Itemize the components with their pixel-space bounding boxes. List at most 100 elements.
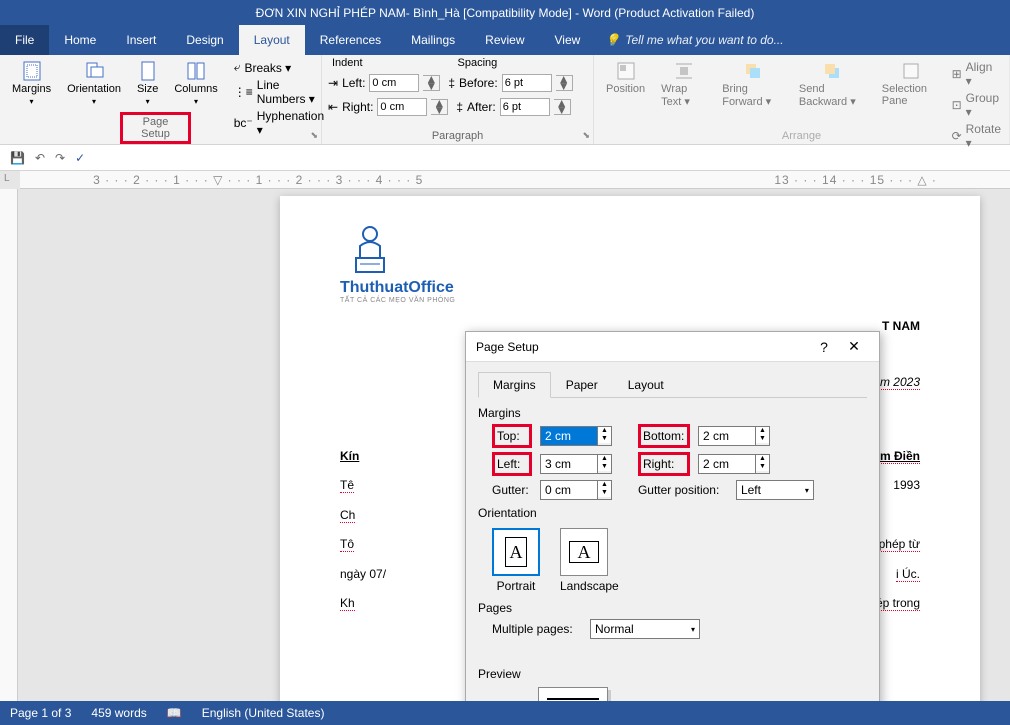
columns-button[interactable]: Columns▾	[168, 57, 223, 110]
tab-file[interactable]: File	[0, 25, 49, 55]
line-numbers-button[interactable]: ⋮≡Line Numbers ▾	[232, 77, 326, 107]
page-status[interactable]: Page 1 of 3	[10, 706, 71, 720]
spacing-before[interactable]: ‡Before:▲▼	[448, 74, 572, 92]
send-backward-button[interactable]: Send Backward ▾	[793, 57, 872, 112]
window-title: ĐƠN XIN NGHỈ PHÉP NAM- Bình_Hà [Compatib…	[256, 6, 755, 20]
spacing-before-input[interactable]	[502, 74, 552, 92]
proofing-icon[interactable]: 📖	[167, 706, 182, 720]
orientation-icon	[84, 61, 104, 81]
redo-icon[interactable]: ↷	[55, 151, 65, 165]
bottom-label: Bottom:	[638, 424, 690, 448]
group-arrange: Position Wrap Text ▾ Bring Forward ▾ Sen…	[594, 55, 1010, 144]
ruler-horizontal[interactable]: 3 · · · 2 · · · 1 · · · ▽ · · · 1 · · · …	[20, 171, 1010, 189]
bulb-icon: 💡	[605, 33, 620, 47]
page-setup-dialog: Page Setup ? ✕ Margins Paper Layout Marg…	[465, 331, 880, 701]
paragraph-launcher[interactable]: ⬊	[582, 130, 590, 141]
tab-insert[interactable]: Insert	[111, 25, 171, 55]
title-bar: ĐƠN XIN NGHỈ PHÉP NAM- Bình_Hà [Compatib…	[0, 0, 1010, 25]
preview-thumbnail	[538, 687, 608, 701]
gutter-input[interactable]	[540, 480, 598, 500]
menu-bar: File Home Insert Design Layout Reference…	[0, 25, 1010, 55]
gutter-pos-select[interactable]: Left▾	[736, 480, 814, 500]
orientation-button[interactable]: Orientation▾	[61, 57, 127, 110]
pages-section-label: Pages	[478, 601, 867, 615]
tab-view[interactable]: View	[540, 25, 596, 55]
spacing-after-input[interactable]	[500, 98, 550, 116]
indent-label: Indent	[328, 57, 458, 69]
dialog-close-icon[interactable]: ✕	[839, 338, 869, 355]
landscape-option[interactable]: A Landscape	[560, 528, 619, 593]
tab-review[interactable]: Review	[470, 25, 539, 55]
language-status[interactable]: English (United States)	[202, 706, 325, 720]
align-button[interactable]: ⊞ Align ▾	[950, 59, 1003, 89]
right-spinner[interactable]: ▲▼	[698, 454, 770, 474]
workspace: 3 · · · 2 · · · 1 · · · ▽ · · · 1 · · · …	[0, 171, 1010, 701]
size-button[interactable]: Size▾	[131, 57, 164, 110]
bottom-spinner[interactable]: ▲▼	[698, 426, 770, 446]
indent-left[interactable]: ⇥Left:▲▼	[328, 74, 440, 92]
arrange-label: Arrange	[594, 130, 1009, 142]
top-spinner[interactable]: ▲▼	[540, 426, 612, 446]
left-label: Left:	[492, 452, 532, 476]
selection-pane-button[interactable]: Selection Pane	[876, 57, 946, 111]
tell-me[interactable]: 💡 Tell me what you want to do...	[595, 25, 793, 55]
portrait-option[interactable]: A Portrait	[492, 528, 540, 593]
orientation-section-label: Orientation	[478, 506, 867, 520]
dialog-tab-margins[interactable]: Margins	[478, 372, 551, 398]
gutter-pos-label: Gutter position:	[638, 483, 728, 497]
group-button[interactable]: ⊡ Group ▾	[950, 90, 1003, 120]
columns-icon	[186, 61, 206, 81]
status-bar: Page 1 of 3 459 words 📖 English (United …	[0, 701, 1010, 725]
ribbon: Margins▾ Orientation▾ Size▾ Columns▾ ⤶Br…	[0, 55, 1010, 145]
spacing-before-icon: ‡	[448, 76, 455, 90]
line-numbers-icon: ⋮≡	[234, 85, 253, 99]
tab-mailings[interactable]: Mailings	[396, 25, 470, 55]
tab-design[interactable]: Design	[171, 25, 238, 55]
spellcheck-icon[interactable]: ✓	[75, 151, 85, 165]
multiple-pages-select[interactable]: Normal▾	[590, 619, 700, 639]
indent-left-icon: ⇥	[328, 76, 338, 90]
top-label: Top:	[492, 424, 532, 448]
indent-right-input[interactable]	[377, 98, 427, 116]
position-button[interactable]: Position	[600, 57, 651, 99]
left-spinner[interactable]: ▲▼	[540, 454, 612, 474]
size-icon	[138, 61, 158, 81]
margins-button[interactable]: Margins▾	[6, 57, 57, 110]
group-page-setup: Margins▾ Orientation▾ Size▾ Columns▾ ⤶Br…	[0, 55, 322, 144]
left-input[interactable]	[540, 454, 598, 474]
bottom-input[interactable]	[698, 426, 756, 446]
tab-home[interactable]: Home	[49, 25, 111, 55]
tab-layout[interactable]: Layout	[239, 25, 305, 55]
ruler-vertical[interactable]	[0, 189, 18, 701]
spacing-after[interactable]: ‡After:▲▼	[456, 98, 570, 116]
indent-left-input[interactable]	[369, 74, 419, 92]
margins-section-label: Margins	[478, 406, 867, 420]
tab-references[interactable]: References	[305, 25, 396, 55]
dialog-tabs: Margins Paper Layout	[478, 372, 867, 398]
top-input[interactable]	[540, 426, 598, 446]
page-setup-label: Page Setup	[120, 112, 191, 144]
ruler-corner: L	[4, 173, 10, 184]
indent-right-icon: ⇤	[328, 100, 338, 114]
dialog-titlebar[interactable]: Page Setup ? ✕	[466, 332, 879, 362]
dialog-help-icon[interactable]: ?	[809, 339, 839, 355]
indent-right[interactable]: ⇤Right:▲▼	[328, 98, 448, 116]
multiple-pages-label: Multiple pages:	[492, 622, 582, 636]
gutter-label: Gutter:	[492, 483, 532, 497]
word-count[interactable]: 459 words	[91, 706, 146, 720]
dialog-tab-layout[interactable]: Layout	[613, 372, 679, 397]
right-input[interactable]	[698, 454, 756, 474]
dialog-tab-paper[interactable]: Paper	[551, 372, 613, 397]
margins-icon	[22, 61, 42, 81]
bring-forward-button[interactable]: Bring Forward ▾	[716, 57, 789, 112]
wrap-text-button[interactable]: Wrap Text ▾	[655, 57, 712, 112]
spacing-after-icon: ‡	[456, 100, 463, 114]
breaks-icon: ⤶	[234, 60, 241, 75]
save-icon[interactable]: 💾	[10, 151, 25, 165]
page-setup-launcher[interactable]: ⬊	[310, 130, 318, 141]
undo-icon[interactable]: ↶	[35, 151, 45, 165]
gutter-spinner[interactable]: ▲▼	[540, 480, 612, 500]
breaks-button[interactable]: ⤶Breaks ▾	[232, 59, 326, 76]
preview-section-label: Preview	[478, 667, 867, 681]
logo: ThuthuatOffice TẤT CẢ CÁC MẸO VĂN PHÒNG	[340, 216, 920, 304]
